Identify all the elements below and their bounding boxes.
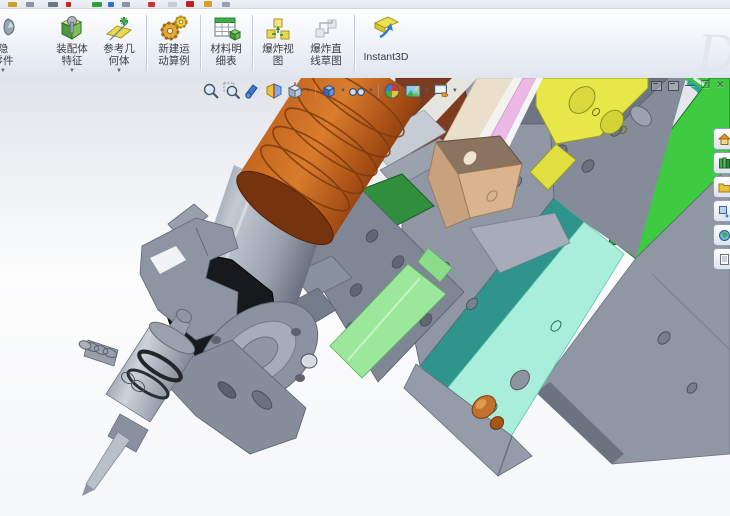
globe-icon [718, 229, 730, 241]
chevron-down-icon[interactable]: ▼ [340, 88, 346, 94]
previous-window-button[interactable] [651, 81, 662, 91]
flyout-caret: ▼ [69, 68, 75, 74]
clipped-icon [3, 18, 15, 36]
view-orientation-button[interactable] [285, 81, 304, 100]
display-style-icon [323, 84, 336, 98]
tab-solidworks-resources[interactable] [713, 128, 730, 150]
bill-of-materials-button[interactable]: 材料明 细表 [204, 11, 248, 75]
toolbar-separator [146, 15, 147, 71]
scene-icon [405, 84, 421, 97]
appearance-sphere-icon [384, 83, 400, 98]
clipped-icon[interactable] [92, 2, 102, 7]
explode-line-sketch-icon [315, 19, 337, 38]
tab-appearances-scenes[interactable] [713, 224, 730, 246]
edit-appearance-button[interactable] [383, 81, 402, 100]
folder-icon [718, 183, 730, 192]
previous-view-icon [244, 83, 258, 99]
home-icon [717, 132, 730, 145]
tab-file-explorer[interactable] [713, 176, 730, 198]
quick-access-toolbar-clipped [0, 0, 730, 9]
show-hidden-components-button-clipped[interactable]: 隐零件 ▼ [0, 11, 20, 75]
chevron-down-icon[interactable]: ▼ [368, 88, 374, 94]
restore-button[interactable]: ❐ [701, 81, 710, 91]
view-settings-button[interactable] [432, 81, 451, 100]
view-settings-icon [434, 84, 449, 97]
instant3d-button[interactable]: Instant3D [358, 11, 414, 75]
zoom-to-area-button[interactable] [222, 81, 241, 100]
chevron-down-icon[interactable]: ▼ [424, 88, 430, 94]
clipped-icon[interactable] [66, 2, 71, 7]
books-icon [718, 157, 730, 168]
section-view-button[interactable] [264, 81, 283, 100]
reference-geometry-button[interactable]: 参考几 何体 ▼ [96, 11, 142, 75]
close-button[interactable]: ✕ [716, 81, 724, 91]
motion-study-icon [160, 15, 188, 41]
previous-view-button[interactable] [243, 81, 262, 100]
next-window-button[interactable] [668, 81, 679, 91]
assembly-features-icon [60, 16, 83, 40]
solidworks-window: 隐零件 ▼ 装配体特征 ▼ 参考几何体 ▼ [0, 0, 730, 516]
exploded-view-button[interactable]: 爆炸视图 [256, 11, 300, 75]
document-icon [719, 253, 729, 265]
flyout-caret: ▼ [116, 68, 122, 74]
zoom-to-fit-button[interactable] [201, 81, 220, 100]
toolbar-separator [252, 15, 253, 71]
graphics-viewport[interactable]: ▼ ▼ ▼ ▼ ▼ — ❐ ✕ [0, 78, 730, 516]
bom-table-icon [214, 17, 241, 41]
zoom-to-fit-icon [203, 83, 219, 99]
clipped-icon[interactable] [222, 2, 230, 7]
clipped-icon[interactable] [108, 2, 114, 7]
minimize-button[interactable]: — [685, 81, 695, 91]
display-style-button[interactable] [320, 81, 339, 100]
new-motion-study-button[interactable]: 新建运 动算例 [150, 11, 198, 75]
hud-separator [314, 83, 316, 98]
tab-view-palette[interactable] [713, 200, 730, 222]
clipped-icon[interactable] [26, 2, 34, 7]
clipped-icon[interactable] [8, 2, 17, 7]
hud-separator [377, 83, 379, 98]
exploded-view-icon [266, 18, 290, 40]
tab-design-library[interactable] [713, 152, 730, 174]
instant3d-icon [373, 16, 400, 39]
hide-show-items-button[interactable] [348, 81, 367, 100]
toolbar-separator [200, 15, 201, 71]
chevron-down-icon[interactable]: ▼ [305, 88, 311, 94]
flyout-caret: ▼ [0, 68, 6, 74]
clipped-icon[interactable] [204, 1, 212, 7]
reference-geometry-icon [105, 17, 133, 41]
view-palette-icon [718, 205, 728, 217]
command-manager: 隐零件 ▼ 装配体特征 ▼ 参考几何体 ▼ [0, 9, 730, 82]
clipped-icon[interactable] [186, 1, 194, 7]
toolbar-separator [354, 15, 355, 71]
tab-custom-properties[interactable] [713, 248, 730, 270]
assembly-features-button[interactable]: 装配体 特征 ▼ [50, 11, 94, 75]
zoom-to-area-icon [223, 82, 240, 99]
solidworks-watermark: D [697, 21, 730, 83]
clipped-icon[interactable] [148, 2, 155, 7]
heads-up-view-toolbar: ▼ ▼ ▼ ▼ ▼ [201, 80, 458, 101]
assembly-model[interactable] [0, 78, 730, 516]
clipped-icon[interactable] [122, 2, 130, 7]
document-window-controls: — ❐ ✕ [651, 81, 724, 91]
task-pane-tabs [713, 128, 730, 270]
eyeglasses-icon [349, 87, 366, 96]
clipped-icon[interactable] [168, 2, 177, 7]
nozzle-assembly[interactable] [78, 307, 199, 496]
clipped-icon[interactable] [48, 2, 58, 7]
chevron-down-icon[interactable]: ▼ [452, 88, 458, 94]
explode-line-sketch-button[interactable]: 爆炸直 线草图 [302, 11, 350, 75]
view-orientation-icon [287, 82, 302, 99]
apply-scene-button[interactable] [404, 81, 423, 100]
section-view-icon [266, 82, 281, 99]
